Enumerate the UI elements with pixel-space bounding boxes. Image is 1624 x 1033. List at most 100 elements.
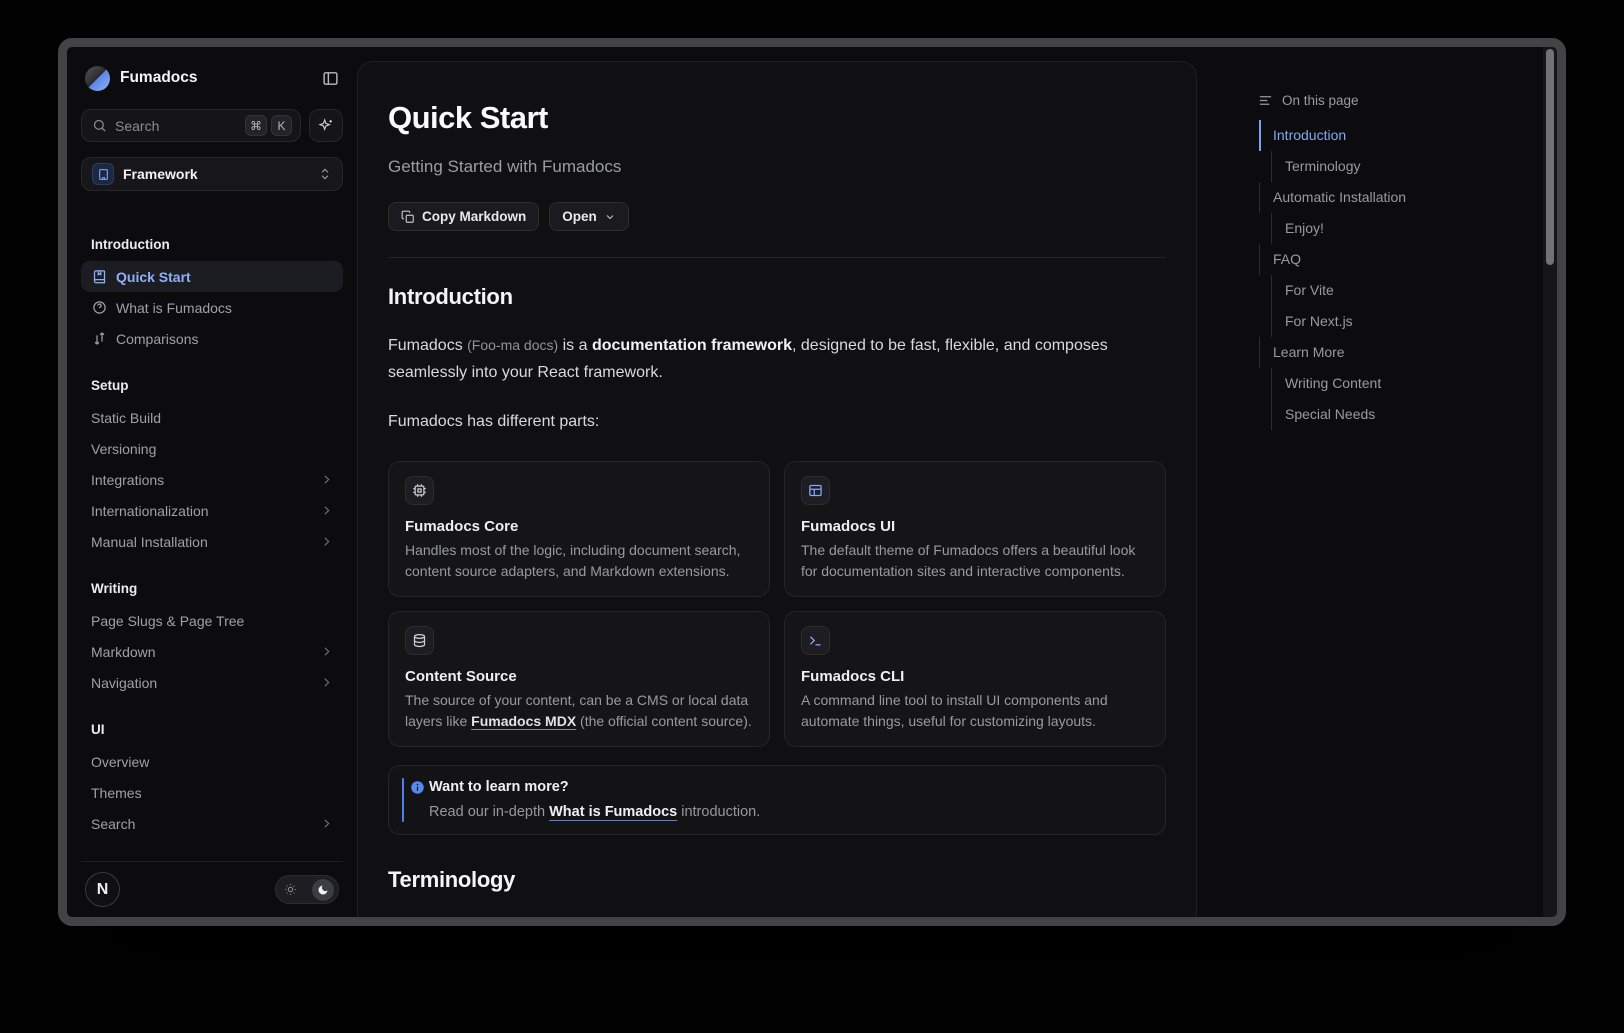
chevron-down-icon <box>604 211 616 223</box>
info-callout: Want to learn more? Read our in-depth Wh… <box>388 765 1166 835</box>
section-divider <box>388 257 1166 258</box>
introduction-paragraph: Fumadocs (Foo-ma docs) is a documentatio… <box>388 332 1166 386</box>
toc-item-special-needs[interactable]: Special Needs <box>1271 399 1523 430</box>
sidebar-item-label: Internationalization <box>91 503 320 519</box>
introduction-heading: Introduction <box>388 284 1166 310</box>
toc-item-for-nextjs[interactable]: For Next.js <box>1271 306 1523 337</box>
terminal-icon <box>801 626 830 655</box>
sidebar-item-navigation[interactable]: Navigation <box>81 667 343 698</box>
chevron-right-icon <box>320 645 333 658</box>
framework-select[interactable]: Framework <box>81 157 343 191</box>
chevron-right-icon <box>320 473 333 486</box>
text-run: introduction. <box>677 804 760 820</box>
sidebar-item-label: Page Slugs & Page Tree <box>91 613 333 629</box>
callout-accent-bar <box>402 778 404 822</box>
sidebar-section-setup: Setup Static Build Versioning Integratio… <box>81 378 343 557</box>
section-label: Setup <box>81 378 343 393</box>
text-run: is a <box>558 337 592 354</box>
sidebar-item-what-is-fumadocs[interactable]: What is Fumadocs <box>81 292 343 323</box>
fumadocs-mdx-link[interactable]: Fumadocs MDX <box>471 713 576 729</box>
theme-toggle[interactable] <box>275 875 339 904</box>
sidebar-item-search[interactable]: Search <box>81 808 343 839</box>
kbd-cmd: ⌘ <box>245 115 267 136</box>
brand-title: Fumadocs <box>120 69 322 87</box>
sidebar-item-page-slugs[interactable]: Page Slugs & Page Tree <box>81 605 343 636</box>
sidebar-item-quick-start[interactable]: Quick Start <box>81 261 343 292</box>
toc-item-faq[interactable]: FAQ <box>1259 244 1523 275</box>
sidebar-item-comparisons[interactable]: Comparisons <box>81 323 343 354</box>
align-left-icon <box>1258 93 1273 108</box>
sidebar-item-label: Static Build <box>91 410 333 426</box>
main-area: Quick Start Getting Started with Fumadoc… <box>357 47 1197 917</box>
sidebar-item-versioning[interactable]: Versioning <box>81 433 343 464</box>
toc-item-automatic-installation[interactable]: Automatic Installation <box>1259 182 1523 213</box>
main-panel: Quick Start Getting Started with Fumadoc… <box>357 61 1197 917</box>
sidebar-item-label: Overview <box>91 754 333 770</box>
toc-item-for-vite[interactable]: For Vite <box>1271 275 1523 306</box>
moon-icon[interactable] <box>312 879 334 901</box>
sidebar-item-static-build[interactable]: Static Build <box>81 402 343 433</box>
card-content-source[interactable]: Content Source The source of your conten… <box>388 611 770 747</box>
book-icon <box>91 269 107 284</box>
toc-item-learn-more[interactable]: Learn More <box>1259 337 1523 368</box>
sidebar-section-writing: Writing Page Slugs & Page Tree Markdown … <box>81 581 343 698</box>
sidebar-item-label: Navigation <box>91 675 320 691</box>
what-is-fumadocs-link[interactable]: What is Fumadocs <box>549 804 677 820</box>
kbd-k: K <box>271 115 292 136</box>
sidebar-item-markdown[interactable]: Markdown <box>81 636 343 667</box>
card-description: Handles most of the logic, including doc… <box>405 540 753 581</box>
chevron-right-icon <box>320 535 333 548</box>
section-label: Writing <box>81 581 343 596</box>
callout-title: Want to learn more? <box>429 779 1149 795</box>
copy-markdown-button[interactable]: Copy Markdown <box>388 202 539 231</box>
card-description: A command line tool to install UI compon… <box>801 690 1149 731</box>
card-description: The default theme of Fumadocs offers a b… <box>801 540 1149 581</box>
text-run: (the official content source). <box>576 713 752 729</box>
toc-item-terminology[interactable]: Terminology <box>1271 151 1523 182</box>
open-button[interactable]: Open <box>549 202 629 231</box>
sidebar-item-label: Manual Installation <box>91 534 320 550</box>
sidebar-item-label: Versioning <box>91 441 333 457</box>
circle-question-icon <box>91 300 107 315</box>
search-row: Search ⌘ K <box>81 109 343 142</box>
sidebar-item-label: Markdown <box>91 644 320 660</box>
sidebar-item-overview[interactable]: Overview <box>81 746 343 777</box>
ai-assistant-button[interactable] <box>309 109 343 142</box>
copy-icon <box>401 210 415 224</box>
card-fumadocs-core[interactable]: Fumadocs Core Handles most of the logic,… <box>388 461 770 597</box>
chevron-right-icon <box>320 676 333 689</box>
card-title: Fumadocs UI <box>801 518 1149 535</box>
app-window: Fumadocs Search ⌘ K <box>58 38 1566 926</box>
card-fumadocs-ui[interactable]: Fumadocs UI The default theme of Fumadoc… <box>784 461 1166 597</box>
text-run-muted: (Foo-ma docs) <box>467 337 558 353</box>
card-fumadocs-cli[interactable]: Fumadocs CLI A command line tool to inst… <box>784 611 1166 747</box>
sidebar-item-internationalization[interactable]: Internationalization <box>81 495 343 526</box>
search-input[interactable]: Search ⌘ K <box>81 109 301 142</box>
toc-item-writing-content[interactable]: Writing Content <box>1271 368 1523 399</box>
cpu-icon <box>405 476 434 505</box>
sidebar-item-manual-installation[interactable]: Manual Installation <box>81 526 343 557</box>
sidebar-item-label: Comparisons <box>116 331 333 347</box>
nextjs-avatar[interactable]: N <box>85 872 120 907</box>
sidebar-collapse-button[interactable] <box>322 70 339 87</box>
database-icon <box>405 626 434 655</box>
sidebar-item-themes[interactable]: Themes <box>81 777 343 808</box>
sidebar: Fumadocs Search ⌘ K <box>67 47 357 917</box>
toc-item-introduction[interactable]: Introduction <box>1259 120 1523 151</box>
building-icon <box>92 163 114 185</box>
sidebar-item-label: Themes <box>91 785 333 801</box>
toc-item-enjoy[interactable]: Enjoy! <box>1271 213 1523 244</box>
sun-icon[interactable] <box>280 883 297 896</box>
fumadocs-logo <box>85 66 110 91</box>
sidebar-section-introduction: Introduction Quick Start What is Fumadoc… <box>81 237 343 354</box>
chevrons-up-down-icon <box>318 167 332 181</box>
page-title: Quick Start <box>388 100 1166 136</box>
sidebar-item-label: Search <box>91 816 320 832</box>
section-label: Introduction <box>81 237 343 252</box>
callout-body: Read our in-depth What is Fumadocs intro… <box>429 804 1149 820</box>
sidebar-item-integrations[interactable]: Integrations <box>81 464 343 495</box>
window-scrollbar[interactable] <box>1543 47 1557 917</box>
layout-icon <box>801 476 830 505</box>
scrollbar-thumb[interactable] <box>1546 49 1554 265</box>
sidebar-item-label: Integrations <box>91 472 320 488</box>
